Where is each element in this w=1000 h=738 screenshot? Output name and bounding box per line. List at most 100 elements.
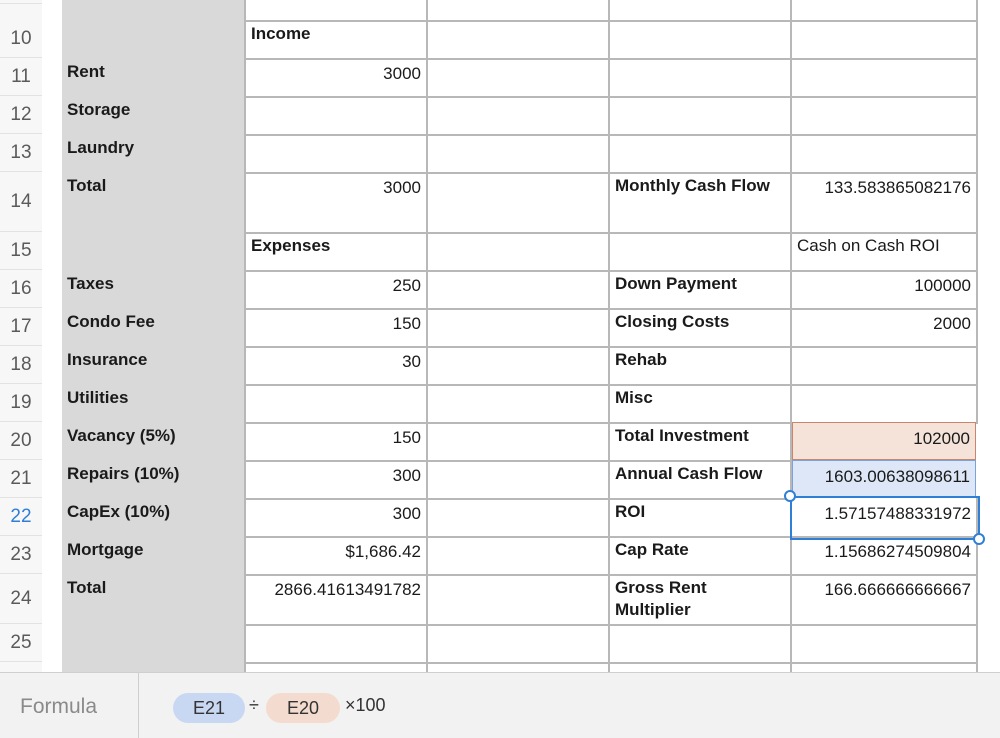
row-number[interactable]: 24	[0, 574, 42, 624]
selection-handle-bottom-right[interactable]	[973, 533, 985, 545]
cell-b13[interactable]: Laundry	[62, 134, 246, 174]
cell-f16[interactable]: 100000	[792, 270, 978, 310]
cell-d20[interactable]	[428, 422, 610, 462]
cell-b10[interactable]	[62, 20, 246, 60]
cell-d19[interactable]	[428, 384, 610, 424]
row-number[interactable]: 15	[0, 232, 42, 270]
cell-e20[interactable]: Total Investment	[610, 422, 792, 462]
formula-reference-token[interactable]: E21	[173, 693, 245, 723]
cell-c10[interactable]: Income	[246, 20, 428, 60]
row-number[interactable]: 25	[0, 624, 42, 662]
cell-d21[interactable]	[428, 460, 610, 500]
cell-e14[interactable]: Monthly Cash Flow	[610, 172, 792, 234]
cell-c18[interactable]: 30	[246, 346, 428, 386]
cell-d17[interactable]	[428, 308, 610, 348]
cell-b19[interactable]: Utilities	[62, 384, 246, 424]
cell-d18[interactable]	[428, 346, 610, 386]
cell-c23[interactable]: $1,686.42	[246, 536, 428, 576]
cell-f15[interactable]: Cash on Cash ROI	[792, 232, 978, 272]
cell-f11[interactable]	[792, 58, 978, 98]
row-number[interactable]: 20	[0, 422, 42, 460]
row-number[interactable]: 18	[0, 346, 42, 384]
cell-e17[interactable]: Closing Costs	[610, 308, 792, 348]
cell-f25[interactable]	[792, 624, 978, 664]
cell-b12[interactable]: Storage	[62, 96, 246, 136]
cell-c12[interactable]	[246, 96, 428, 136]
cell-b17[interactable]: Condo Fee	[62, 308, 246, 348]
cell-b25[interactable]	[62, 624, 246, 664]
cell-b11[interactable]: Rent	[62, 58, 246, 98]
cell-c9[interactable]	[246, 0, 428, 22]
cell-f20-referenced[interactable]: 102000	[792, 422, 976, 460]
cell-f14[interactable]: 133.583865082176	[792, 172, 978, 234]
cell-d14[interactable]	[428, 172, 610, 234]
cell-f21-referenced[interactable]: 1603.00638098611	[792, 460, 976, 498]
row-number-selected[interactable]: 22	[0, 498, 42, 536]
row-number[interactable]: 12	[0, 96, 42, 134]
cell-f24[interactable]: 166.666666666667	[792, 574, 978, 626]
cell-c14[interactable]: 3000	[246, 172, 428, 234]
row-number[interactable]: 21	[0, 460, 42, 498]
cell-c16[interactable]: 250	[246, 270, 428, 310]
cell-e12[interactable]	[610, 96, 792, 136]
cell-c24[interactable]: 2866.41613491782	[246, 574, 428, 626]
selection-handle-top-left[interactable]	[784, 490, 796, 502]
cell-d25[interactable]	[428, 624, 610, 664]
cell-f22-selected[interactable]: 1.57157488331972	[792, 498, 978, 538]
cell-c20[interactable]: 150	[246, 422, 428, 462]
cell-f10[interactable]	[792, 20, 978, 60]
cell-c22[interactable]: 300	[246, 498, 428, 538]
cell-e10[interactable]	[610, 20, 792, 60]
cell-d10[interactable]	[428, 20, 610, 60]
cell-f18[interactable]	[792, 346, 978, 386]
row-number[interactable]: 17	[0, 308, 42, 346]
cell-c15[interactable]: Expenses	[246, 232, 428, 272]
row-number[interactable]: 13	[0, 134, 42, 172]
cell-e13[interactable]	[610, 134, 792, 174]
cell-c11[interactable]: 3000	[246, 58, 428, 98]
cell-c17[interactable]: 150	[246, 308, 428, 348]
cell-d11[interactable]	[428, 58, 610, 98]
cell-d24[interactable]	[428, 574, 610, 626]
cell-d15[interactable]	[428, 232, 610, 272]
cell-e19[interactable]: Misc	[610, 384, 792, 424]
cell-e9[interactable]	[610, 0, 792, 22]
cell-f13[interactable]	[792, 134, 978, 174]
cell-b22[interactable]: CapEx (10%)	[62, 498, 246, 538]
cell-e15[interactable]	[610, 232, 792, 272]
cell-b26[interactable]	[62, 662, 246, 672]
cell-b21[interactable]: Repairs (10%)	[62, 460, 246, 500]
row-number[interactable]: 14	[0, 172, 42, 232]
cell-b16[interactable]: Taxes	[62, 270, 246, 310]
cell-f17[interactable]: 2000	[792, 308, 978, 348]
formula-reference-token[interactable]: E20	[266, 693, 340, 723]
cell-b15[interactable]	[62, 232, 246, 272]
cell-e25[interactable]	[610, 624, 792, 664]
cell-e18[interactable]: Rehab	[610, 346, 792, 386]
spreadsheet-grid[interactable]: 9 10 11 12 13 14 15 16 17 18 19 20 21 22…	[0, 0, 1000, 672]
cell-f26[interactable]	[792, 662, 978, 672]
row-number[interactable]: 19	[0, 384, 42, 422]
row-number[interactable]: 10	[0, 20, 42, 58]
cell-e21[interactable]: Annual Cash Flow	[610, 460, 792, 500]
row-number[interactable]: 16	[0, 270, 42, 308]
cell-f19[interactable]	[792, 384, 978, 424]
cell-d22[interactable]	[428, 498, 610, 538]
cell-e16[interactable]: Down Payment	[610, 270, 792, 310]
cell-b9[interactable]	[62, 0, 246, 22]
cell-c19[interactable]	[246, 384, 428, 424]
row-number[interactable]: 23	[0, 536, 42, 574]
cell-d26[interactable]	[428, 662, 610, 672]
cell-f23[interactable]: 1.15686274509804	[792, 536, 978, 576]
cell-d13[interactable]	[428, 134, 610, 174]
cell-b14[interactable]: Total	[62, 172, 246, 234]
cell-e24[interactable]: Gross Rent Multiplier	[610, 574, 792, 626]
cell-b18[interactable]: Insurance	[62, 346, 246, 386]
row-number[interactable]: 9	[0, 0, 42, 4]
cell-c26[interactable]	[246, 662, 428, 672]
cell-d16[interactable]	[428, 270, 610, 310]
cell-f9[interactable]	[792, 0, 978, 22]
row-number[interactable]: 11	[0, 58, 42, 96]
cell-b20[interactable]: Vacancy (5%)	[62, 422, 246, 462]
cell-e22[interactable]: ROI	[610, 498, 792, 538]
